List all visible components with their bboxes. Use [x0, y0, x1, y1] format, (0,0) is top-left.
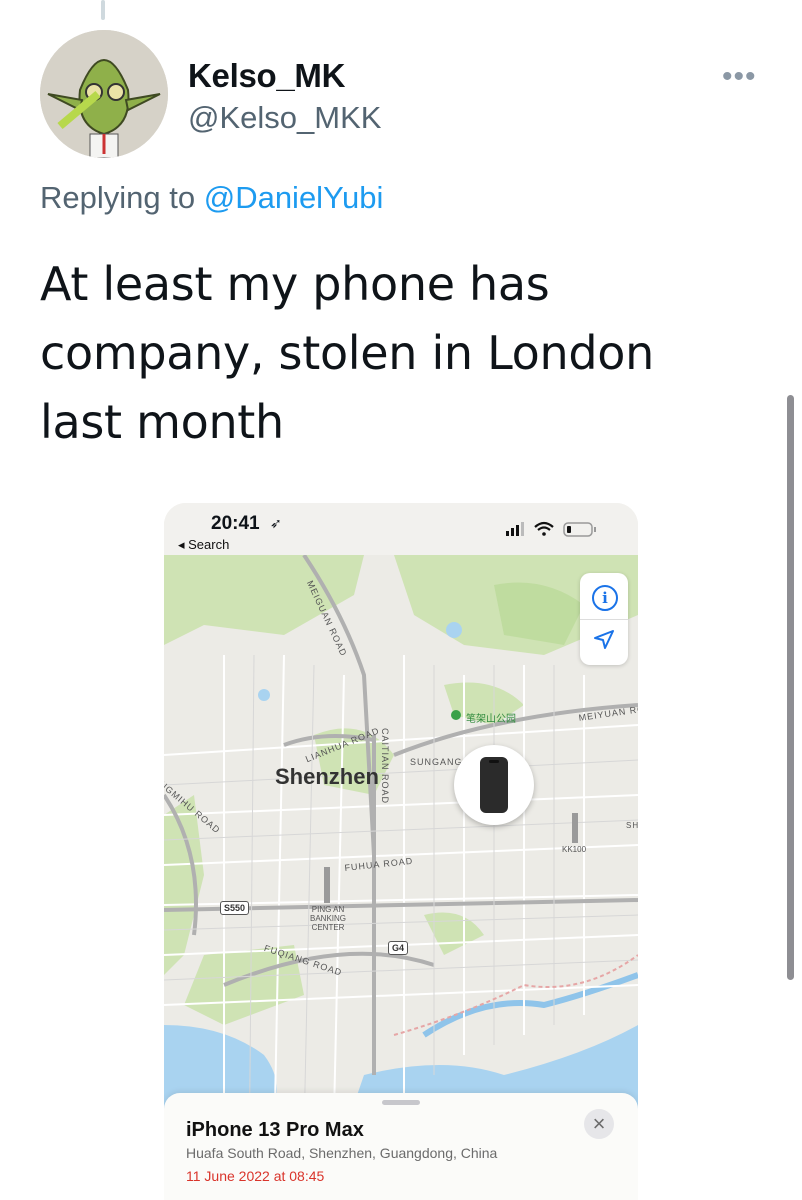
- wifi-icon: [534, 521, 554, 536]
- battery-icon: [563, 522, 596, 537]
- location-arrow-icon[interactable]: [593, 629, 615, 651]
- signal-icon: [506, 522, 524, 536]
- map-label: SUNGANG: [410, 757, 463, 767]
- divider: [580, 619, 628, 620]
- location-services-icon: ➶: [270, 515, 282, 531]
- device-address: Huafa South Road, Shenzhen, Guangdong, C…: [186, 1145, 498, 1161]
- device-info-sheet[interactable]: iPhone 13 Pro Max Huafa South Road, Shen…: [164, 1093, 638, 1200]
- map-label: CAITIAN ROAD: [380, 728, 390, 805]
- avatar[interactable]: [40, 30, 168, 158]
- display-name[interactable]: Kelso_MK: [188, 57, 345, 95]
- route-shield: G4: [388, 941, 409, 955]
- reply-mention-link[interactable]: @DanielYubi: [204, 180, 384, 215]
- avatar-image: [40, 30, 168, 158]
- device-last-seen: 11 June 2022 at 08:45: [186, 1168, 325, 1184]
- device-location-pin[interactable]: [454, 745, 534, 825]
- back-to-search-link: ◂ Search: [178, 537, 230, 552]
- device-name: iPhone 13 Pro Max: [186, 1119, 364, 1141]
- park-marker-icon: [451, 710, 461, 720]
- map-label: PING AN BANKING CENTER: [310, 905, 347, 932]
- scrollbar[interactable]: [787, 395, 794, 980]
- user-handle[interactable]: @Kelso_MKK: [188, 100, 381, 136]
- status-time: 20:41: [211, 513, 260, 534]
- map-controls: i: [580, 573, 628, 665]
- tweet-media-image[interactable]: 20:41 ➶ ◂ Search MEIGUAN ROAD LIANHUA RO…: [164, 503, 638, 1200]
- pingan-tower-icon: [324, 867, 330, 903]
- info-icon[interactable]: i: [592, 585, 618, 611]
- replying-to: Replying to @DanielYubi: [40, 180, 383, 216]
- close-icon[interactable]: ×: [584, 1109, 614, 1139]
- tweet-text: At least my phone has company, stolen in…: [40, 257, 654, 449]
- signal-wifi-battery-icons: [506, 521, 596, 537]
- more-options-icon[interactable]: •••: [722, 60, 757, 94]
- map-label: 笔架山公园: [466, 714, 516, 725]
- kk100-tower-icon: [572, 813, 578, 843]
- map-label: SH: [626, 821, 638, 830]
- route-shield: S550: [220, 901, 250, 915]
- map-city-label: Shenzhen: [275, 764, 379, 789]
- thread-connector-line: [101, 0, 105, 20]
- sheet-grabber[interactable]: [382, 1100, 420, 1105]
- phone-status-bar: 20:41 ➶ ◂ Search: [164, 503, 638, 555]
- iphone-icon: [480, 757, 508, 813]
- replying-prefix: Replying to: [40, 180, 204, 215]
- map-label: KK100: [562, 845, 587, 854]
